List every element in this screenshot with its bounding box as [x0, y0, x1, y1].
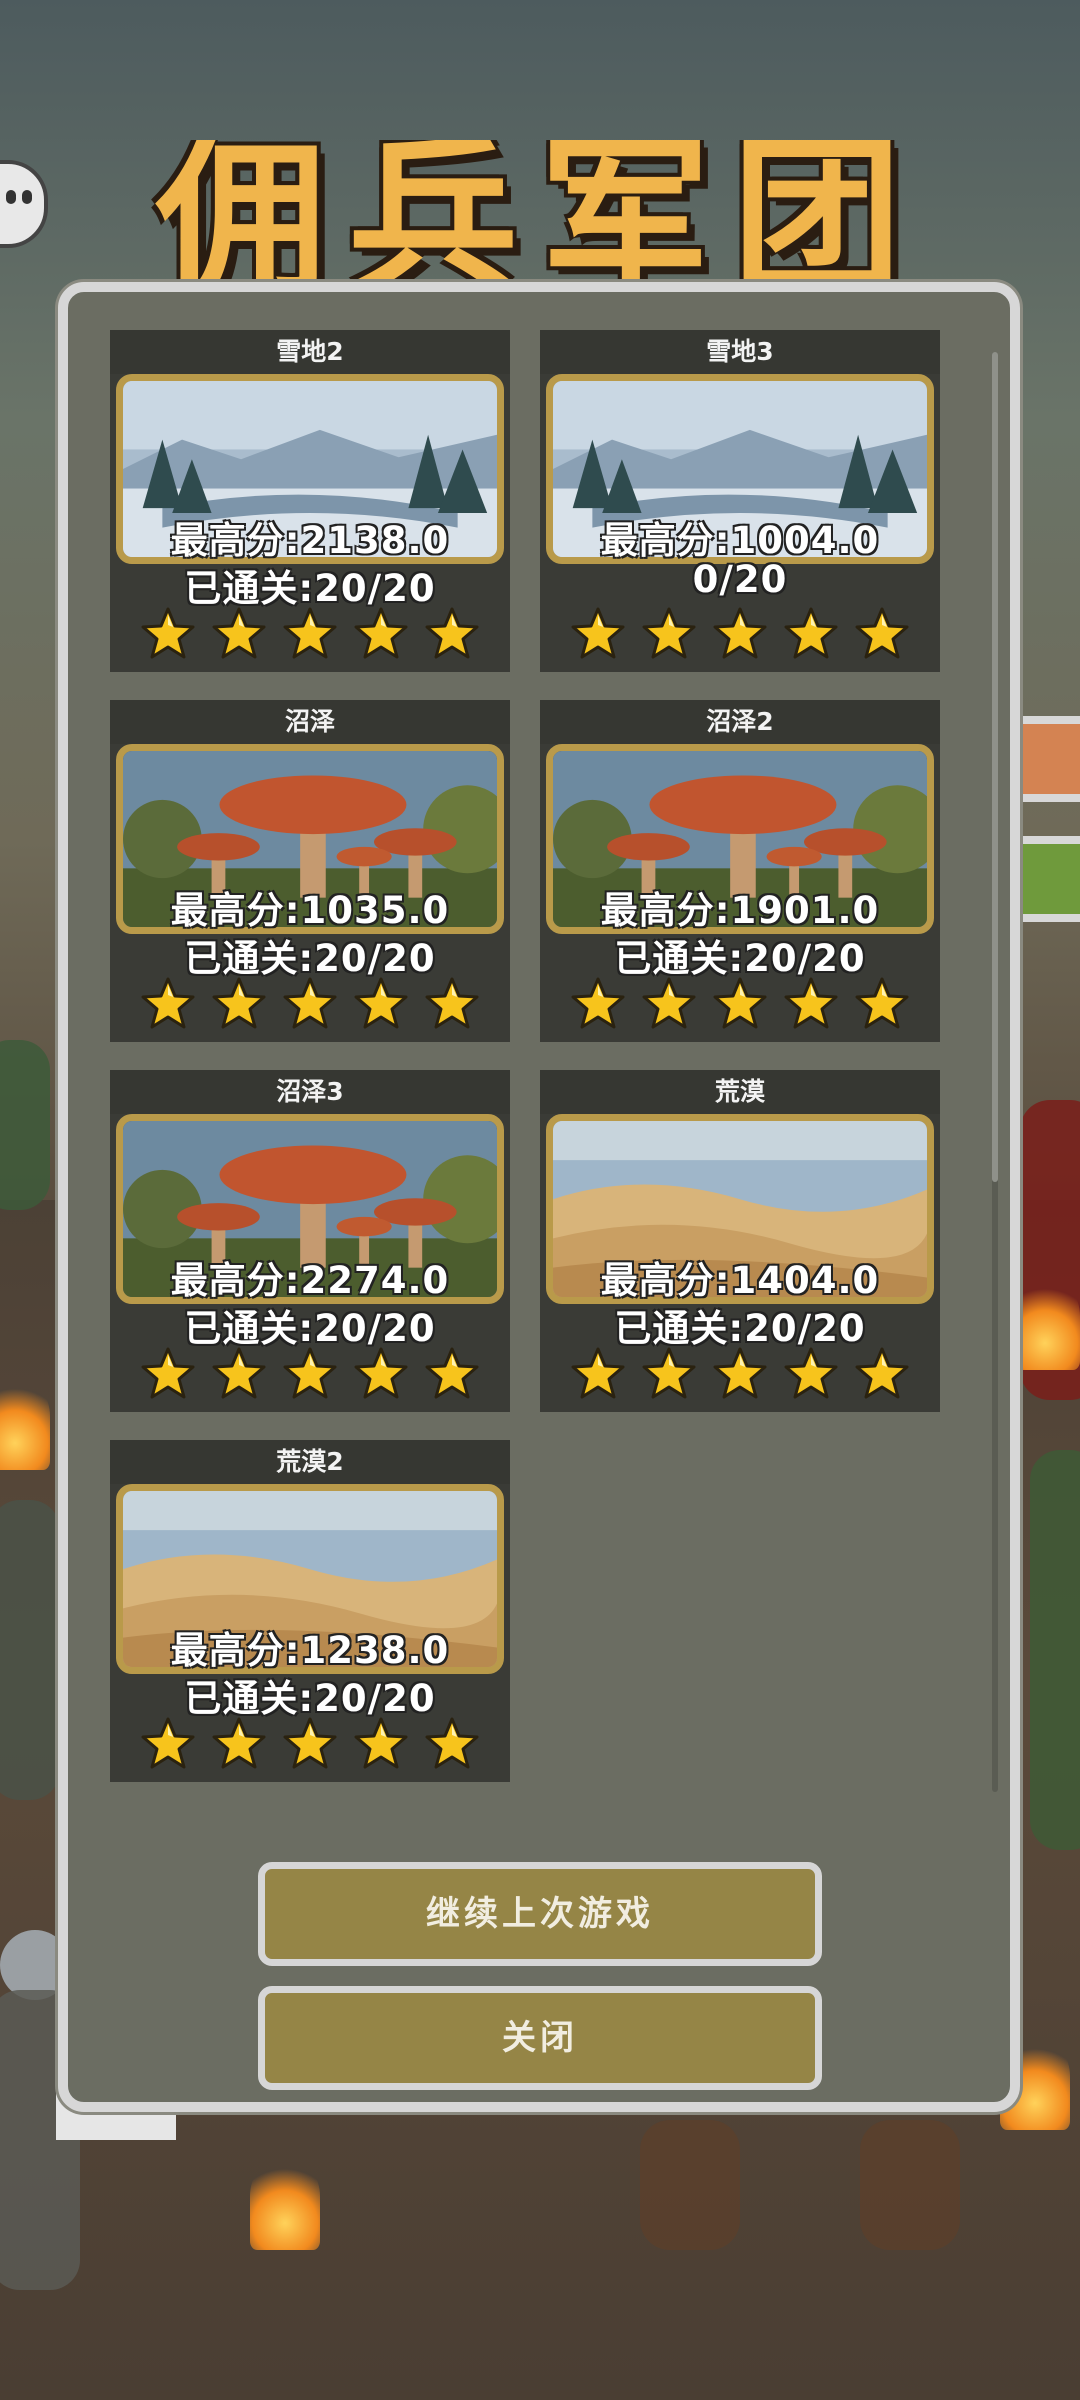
- star-icon: [784, 607, 838, 659]
- cleared-progress: 已通关:20/20: [614, 1307, 866, 1350]
- star-icon: [283, 1717, 337, 1769]
- level-card[interactable]: 雪地2 最高分:2138.0 已通关:20/20: [110, 330, 510, 672]
- best-score: 最高分:1035.0: [170, 889, 450, 932]
- orc-figure: [1030, 1450, 1080, 1850]
- game-title: 佣兵军团: [155, 140, 924, 300]
- star-icon: [784, 977, 838, 1029]
- level-card[interactable]: 沼泽2 最高分:1901.0 已通关:20/20: [540, 700, 940, 1042]
- cleared-progress: 已通关:20/20: [184, 1677, 436, 1720]
- star-icon: [571, 1347, 625, 1399]
- star-icon: [425, 607, 479, 659]
- eye-icon: [22, 190, 32, 204]
- fire-effect: [0, 1380, 50, 1470]
- soldier-figure: [0, 1040, 50, 1210]
- level-card[interactable]: 荒漠2 最高分:1238.0 已通关:20/20: [110, 1440, 510, 1782]
- star-icon: [212, 1347, 266, 1399]
- star-icon: [784, 1347, 838, 1399]
- continue-last-game-button[interactable]: 继续上次游戏: [258, 1862, 822, 1966]
- level-title: 雪地3: [540, 330, 940, 374]
- star-rating: [140, 1716, 480, 1772]
- close-button[interactable]: 关闭: [258, 1986, 822, 2090]
- best-score: 最高分:2138.0: [170, 519, 450, 562]
- star-rating: [570, 606, 910, 662]
- star-icon: [425, 977, 479, 1029]
- level-card[interactable]: 荒漠 最高分:1404.0 已通关:20/20: [540, 1070, 940, 1412]
- level-card[interactable]: 雪地3 最高分:1004.0 0/20: [540, 330, 940, 672]
- star-icon: [354, 607, 408, 659]
- level-title: 荒漠2: [110, 1440, 510, 1484]
- best-score: 最高分:2274.0: [170, 1259, 450, 1302]
- star-icon: [141, 607, 195, 659]
- star-icon: [141, 977, 195, 1029]
- level-title: 沼泽3: [110, 1070, 510, 1114]
- star-icon: [713, 607, 767, 659]
- star-icon: [855, 1347, 909, 1399]
- best-score: 最高分:1004.0: [600, 519, 880, 562]
- star-icon: [713, 977, 767, 1029]
- star-icon: [212, 977, 266, 1029]
- level-select-modal: 雪地2 最高分:2138.0 已通关:20/20 雪地3 最高分:1004.0 …: [58, 282, 1020, 2112]
- cleared-progress: 已通关:20/20: [184, 937, 436, 980]
- level-card[interactable]: 沼泽 最高分:1035.0 已通关:20/20: [110, 700, 510, 1042]
- star-icon: [283, 607, 337, 659]
- star-icon: [642, 607, 696, 659]
- star-rating: [140, 606, 480, 662]
- star-icon: [713, 1347, 767, 1399]
- star-icon: [425, 1347, 479, 1399]
- soldier-figure: [0, 1500, 60, 1800]
- fire-effect: [250, 2160, 320, 2250]
- cleared-progress: 0/20: [692, 558, 788, 601]
- star-icon: [642, 1347, 696, 1399]
- best-score: 最高分:1404.0: [600, 1259, 880, 1302]
- star-icon: [283, 977, 337, 1029]
- star-rating: [140, 976, 480, 1032]
- star-icon: [212, 607, 266, 659]
- level-title: 沼泽: [110, 700, 510, 744]
- boot-figure: [860, 2120, 960, 2250]
- boot-figure: [640, 2120, 740, 2250]
- star-icon: [354, 977, 408, 1029]
- star-icon: [141, 1347, 195, 1399]
- level-title: 雪地2: [110, 330, 510, 374]
- cleared-progress: 已通关:20/20: [184, 567, 436, 610]
- star-icon: [425, 1717, 479, 1769]
- scrollbar-thumb[interactable]: [992, 352, 998, 1182]
- star-icon: [212, 1717, 266, 1769]
- star-icon: [571, 977, 625, 1029]
- star-icon: [571, 607, 625, 659]
- star-icon: [283, 1347, 337, 1399]
- star-icon: [354, 1717, 408, 1769]
- star-icon: [141, 1717, 195, 1769]
- star-icon: [855, 977, 909, 1029]
- star-icon: [354, 1347, 408, 1399]
- star-icon: [642, 977, 696, 1029]
- cleared-progress: 已通关:20/20: [614, 937, 866, 980]
- star-rating: [570, 976, 910, 1032]
- eye-icon: [6, 190, 16, 204]
- fire-effect: [1010, 1280, 1080, 1370]
- level-card[interactable]: 沼泽3 最高分:2274.0 已通关:20/20: [110, 1070, 510, 1412]
- level-title: 沼泽2: [540, 700, 940, 744]
- star-rating: [570, 1346, 910, 1402]
- star-icon: [855, 607, 909, 659]
- cleared-progress: 已通关:20/20: [184, 1307, 436, 1350]
- best-score: 最高分:1238.0: [170, 1629, 450, 1672]
- best-score: 最高分:1901.0: [600, 889, 880, 932]
- star-rating: [140, 1346, 480, 1402]
- level-title: 荒漠: [540, 1070, 940, 1114]
